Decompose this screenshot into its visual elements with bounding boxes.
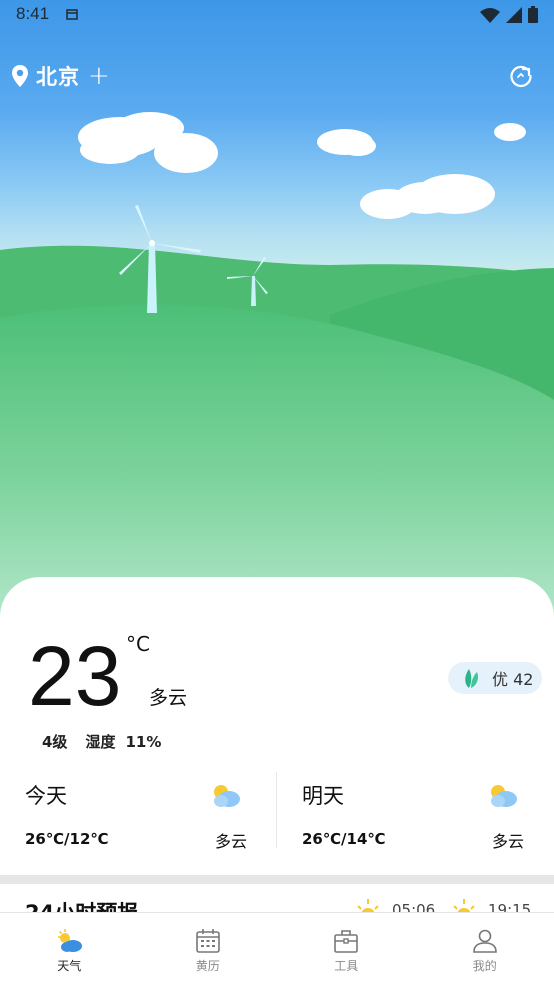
day-condition: 多云 xyxy=(214,832,247,851)
leaf-icon xyxy=(465,669,479,688)
temperature-unit: °C xyxy=(126,632,150,656)
humidity-label: 湿度 xyxy=(85,733,116,751)
forecast-title: 24小时预报 xyxy=(25,897,138,912)
temperature-range: 26℃/14℃ xyxy=(302,830,386,848)
temperature-range: 26℃/12℃ xyxy=(25,830,109,848)
aqi-badge[interactable]: 优 42 xyxy=(448,662,542,694)
sunrise-icon xyxy=(357,899,379,912)
tab-tools[interactable]: 工具 xyxy=(277,913,416,984)
sunset-icon xyxy=(453,899,475,912)
bottom-tab-bar: 天气 黄历 工具 我的 xyxy=(0,912,554,984)
location-pin-icon xyxy=(12,65,28,87)
tab-label: 工具 xyxy=(334,959,359,973)
tab-profile[interactable]: 我的 xyxy=(416,913,554,984)
wind-level: 4级 xyxy=(42,733,68,751)
tomorrow-forecast[interactable]: 明天 26℃/14℃ 多云 xyxy=(277,772,554,851)
weather-hero: 8:41 北京 + xyxy=(0,0,554,620)
day-condition: 多云 xyxy=(491,832,524,851)
tab-label: 天气 xyxy=(57,959,82,973)
cloud-group xyxy=(78,112,526,219)
partly-cloudy-icon xyxy=(214,785,240,807)
city-name[interactable]: 北京 xyxy=(36,61,80,91)
tab-weather[interactable]: 天气 xyxy=(0,913,139,984)
hourly-forecast-header: 24小时预报 05:06 19:15 xyxy=(0,884,554,912)
day-name: 今天 xyxy=(25,784,67,808)
tab-label: 我的 xyxy=(472,959,497,973)
sunrise-time: 05:06 xyxy=(392,901,436,912)
weather-details: 4级 湿度 11% xyxy=(42,731,179,752)
status-time: 8:41 xyxy=(16,4,50,23)
notification-icon xyxy=(66,9,78,20)
landscape-illustration xyxy=(0,112,554,620)
battery-icon xyxy=(528,6,538,23)
day-name: 明天 xyxy=(302,784,344,808)
current-temperature: 23 xyxy=(28,629,122,723)
status-bar: 8:41 xyxy=(0,0,554,32)
wifi-icon xyxy=(480,7,500,23)
signal-icon xyxy=(506,6,522,23)
profile-icon xyxy=(472,929,497,953)
section-separator xyxy=(0,875,554,884)
weather-icon xyxy=(58,929,83,952)
location-bar[interactable]: 北京 + xyxy=(10,60,110,92)
sunset-time: 19:15 xyxy=(488,901,532,912)
refresh-icon[interactable] xyxy=(508,63,534,89)
tab-almanac[interactable]: 黄历 xyxy=(139,913,278,984)
aqi-label: 优 42 xyxy=(492,670,534,689)
today-forecast[interactable]: 今天 26℃/12℃ 多云 xyxy=(0,772,277,851)
partly-cloudy-icon xyxy=(491,785,517,807)
add-city-button[interactable]: + xyxy=(88,63,110,89)
current-condition: 多云 xyxy=(149,687,188,709)
humidity-value: 11% xyxy=(125,733,162,751)
calendar-icon xyxy=(195,929,220,953)
tab-label: 黄历 xyxy=(195,959,220,973)
toolbox-icon xyxy=(334,930,359,953)
